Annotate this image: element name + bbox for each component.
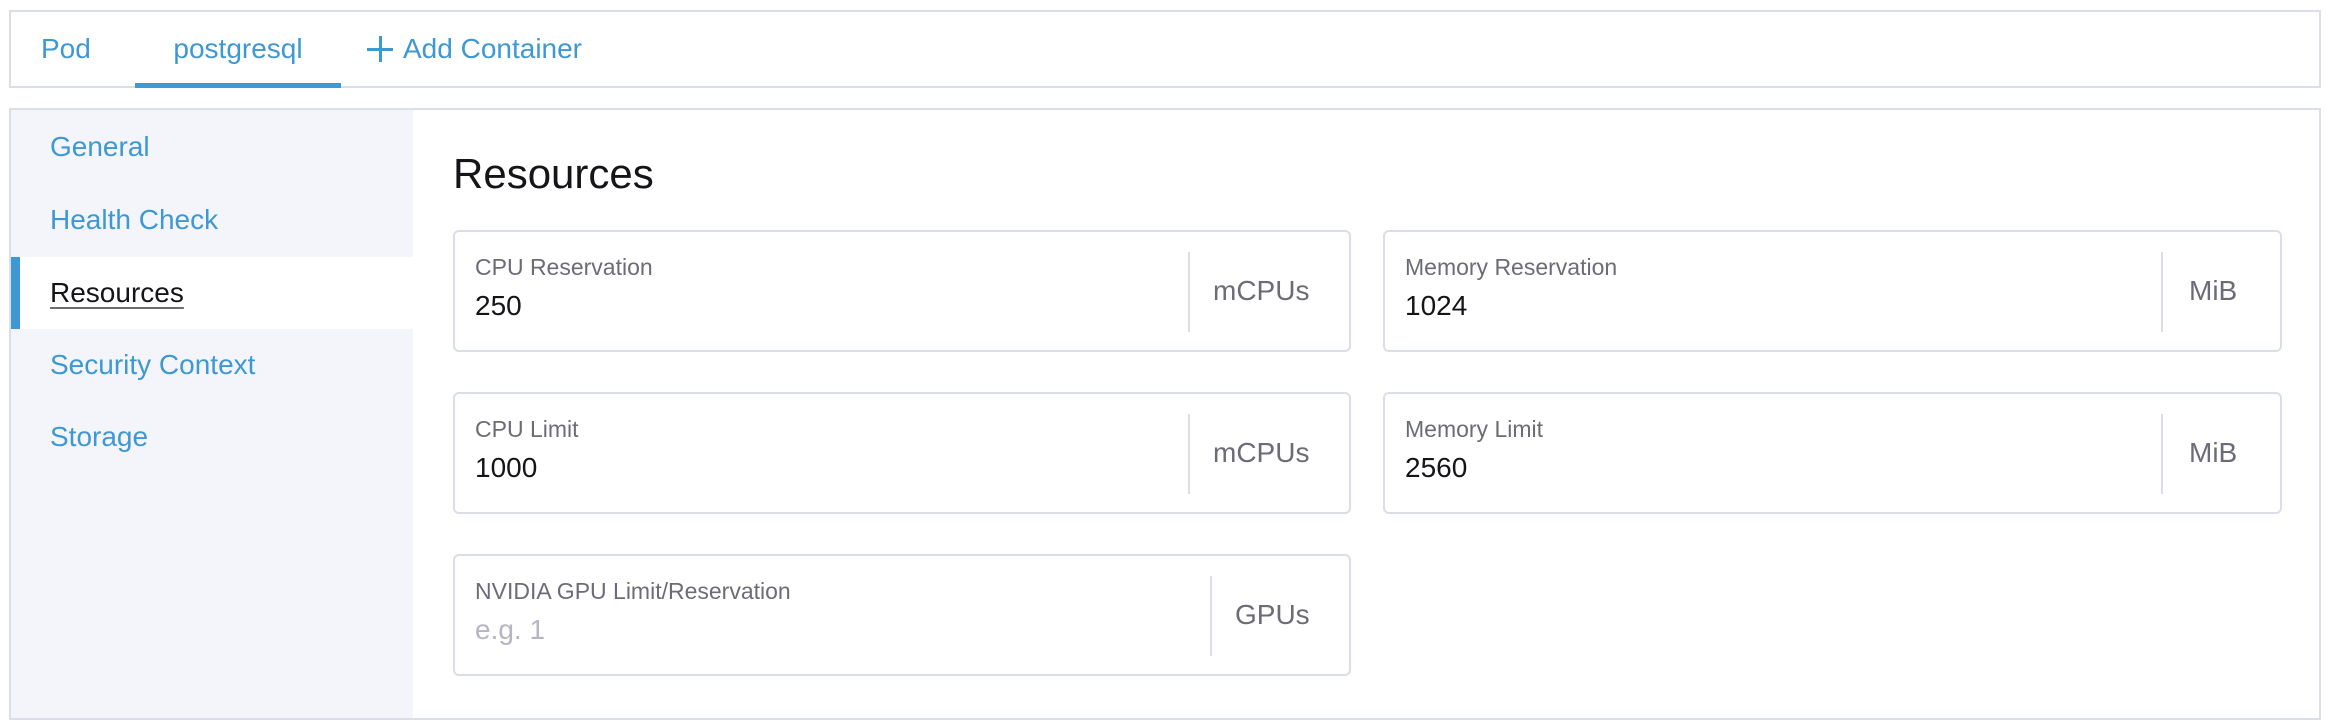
sidebar-item-health-check[interactable]: Health Check — [11, 184, 413, 256]
sidebar-item-resources[interactable]: Resources — [11, 257, 413, 329]
divider — [1188, 414, 1190, 494]
plus-icon — [367, 36, 393, 62]
tab-pod[interactable]: Pod — [41, 12, 91, 86]
gpu-limit-input[interactable] — [475, 614, 1075, 646]
cpu-limit-input[interactable] — [475, 452, 1075, 484]
gpu-limit-field: NVIDIA GPU Limit/Reservation GPUs — [453, 554, 1351, 676]
add-container-button[interactable]: Add Container — [367, 12, 607, 86]
memory-reservation-input[interactable] — [1405, 290, 2005, 322]
add-container-label: Add Container — [403, 33, 583, 64]
divider — [2161, 252, 2163, 332]
resources-content: Resources CPU Reservation mCPUs Memory R… — [413, 110, 2319, 718]
section-title: Resources — [453, 150, 654, 197]
sidebar-item-storage[interactable]: Storage — [11, 401, 413, 473]
memory-reservation-field: Memory Reservation MiB — [1383, 230, 2282, 352]
divider — [1210, 576, 1212, 656]
gpu-limit-unit: GPUs — [1235, 599, 1310, 630]
cpu-reservation-unit: mCPUs — [1213, 275, 1310, 306]
sidebar-nav: General Health Check Resources Security … — [11, 110, 413, 718]
memory-limit-unit: MiB — [2189, 437, 2238, 468]
memory-reservation-unit: MiB — [2189, 275, 2238, 306]
memory-limit-field: Memory Limit MiB — [1383, 392, 2282, 514]
cpu-limit-unit: mCPUs — [1213, 437, 1310, 468]
gpu-limit-label: NVIDIA GPU Limit/Reservation — [475, 578, 791, 604]
container-config-panel: General Health Check Resources Security … — [9, 108, 2321, 720]
tab-postgresql[interactable]: postgresql — [135, 12, 341, 88]
memory-limit-label: Memory Limit — [1405, 416, 1544, 442]
divider — [2161, 414, 2163, 494]
cpu-reservation-field: CPU Reservation mCPUs — [453, 230, 1351, 352]
sidebar-item-general[interactable]: General — [11, 111, 413, 183]
cpu-limit-label: CPU Limit — [475, 416, 579, 442]
memory-reservation-label: Memory Reservation — [1405, 254, 1618, 280]
cpu-reservation-input[interactable] — [475, 290, 1075, 322]
divider — [1188, 252, 1190, 332]
sidebar-item-security-context[interactable]: Security Context — [11, 329, 413, 401]
cpu-reservation-label: CPU Reservation — [475, 254, 653, 280]
memory-limit-input[interactable] — [1405, 452, 2005, 484]
container-tab-bar: Pod postgresql Add Container — [9, 10, 2321, 88]
cpu-limit-field: CPU Limit mCPUs — [453, 392, 1351, 514]
